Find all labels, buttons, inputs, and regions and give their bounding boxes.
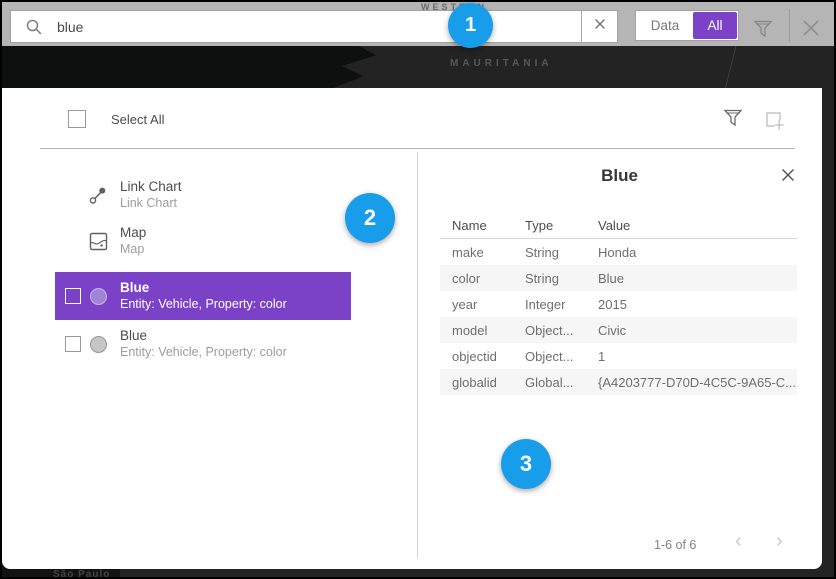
scope-all-button[interactable]: All xyxy=(693,12,737,39)
table-row: objectidObject...1 xyxy=(440,343,797,369)
entity-circle-icon xyxy=(88,334,108,354)
table-row: colorStringBlue xyxy=(440,265,797,291)
toolbar-divider xyxy=(789,9,790,42)
map-label-mauritania: MAURITANIA xyxy=(450,58,553,69)
result-title: Blue xyxy=(120,279,287,296)
search-results-panel: Select All Link Chart Link Chart xyxy=(2,88,822,569)
result-item-link-chart[interactable]: Link Chart Link Chart xyxy=(55,172,351,218)
panel-divider xyxy=(40,148,795,149)
chevron-left-icon[interactable]: ‹ xyxy=(729,529,748,554)
select-all-checkbox[interactable] xyxy=(68,110,86,128)
map-border-line xyxy=(724,45,737,92)
map-icon xyxy=(88,231,108,251)
clear-search-button[interactable] xyxy=(581,11,617,42)
table-row: globalidGlobal...{A4203777-D70D-4C5C-9A6… xyxy=(440,369,797,395)
scope-data-button[interactable]: Data xyxy=(637,12,693,39)
entity-circle-icon xyxy=(88,286,108,306)
result-checkbox[interactable] xyxy=(65,288,81,304)
search-toolbar: WESTERN Data All xyxy=(2,2,834,46)
detail-title: Blue xyxy=(417,166,822,186)
search-box xyxy=(10,10,618,43)
result-subtitle: Map xyxy=(120,241,146,258)
scope-toggle: Data All xyxy=(635,10,739,41)
result-item-blue[interactable]: Blue Entity: Vehicle, Property: color xyxy=(55,320,351,368)
clear-icon xyxy=(593,17,607,36)
filter-icon[interactable] xyxy=(753,19,773,39)
callout-badge-2: 2 xyxy=(345,193,395,243)
search-icon xyxy=(25,18,43,36)
result-title: Map xyxy=(120,224,146,241)
result-item-map[interactable]: Map Map xyxy=(55,218,351,264)
app-window: MAURITANIA São Paulo WESTERN Data All xyxy=(0,0,836,579)
select-all-label: Select All xyxy=(111,112,164,127)
table-row: yearInteger2015 xyxy=(440,291,797,317)
search-input[interactable] xyxy=(43,19,581,35)
chevron-right-icon[interactable]: › xyxy=(770,529,789,554)
map-landmass xyxy=(2,46,427,88)
detail-divider xyxy=(417,152,418,558)
pagination-label: 1-6 of 6 xyxy=(654,538,696,552)
result-subtitle: Entity: Vehicle, Property: color xyxy=(120,344,287,361)
map-label-sao-paulo: São Paulo xyxy=(53,569,110,579)
callout-badge-1: 1 xyxy=(448,3,493,48)
result-subtitle: Link Chart xyxy=(120,195,182,212)
table-row: modelObject...Civic xyxy=(440,317,797,343)
close-search-icon[interactable] xyxy=(796,13,826,43)
add-to-selection-icon[interactable] xyxy=(765,110,786,131)
result-title: Link Chart xyxy=(120,178,182,195)
callout-badge-3: 3 xyxy=(501,439,551,489)
table-row: makeStringHonda xyxy=(440,239,797,265)
results-filter-icon[interactable] xyxy=(723,108,743,128)
link-chart-icon xyxy=(88,185,108,205)
close-detail-icon[interactable] xyxy=(780,167,796,183)
result-item-blue-selected[interactable]: Blue Entity: Vehicle, Property: color xyxy=(55,272,351,320)
result-title: Blue xyxy=(120,327,287,344)
table-header: Name Type Value xyxy=(440,212,797,239)
result-subtitle: Entity: Vehicle, Property: color xyxy=(120,296,287,313)
result-checkbox[interactable] xyxy=(65,336,81,352)
attribute-table: Name Type Value makeStringHonda colorStr… xyxy=(440,212,797,395)
